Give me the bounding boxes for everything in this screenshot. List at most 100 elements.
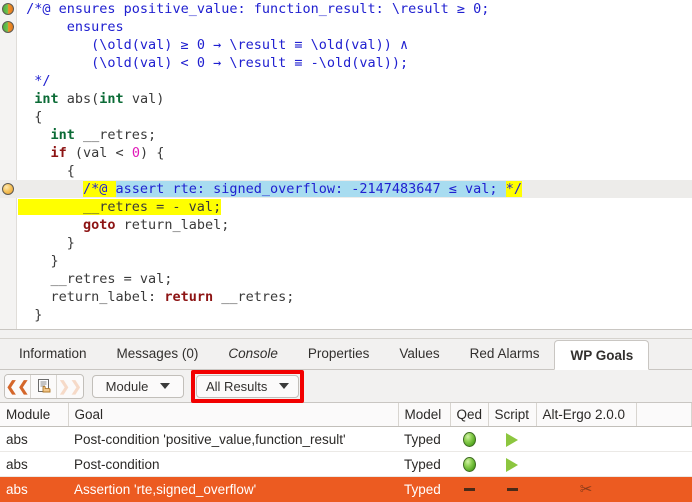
column-header[interactable]: Alt-Ergo 2.0.0	[536, 403, 637, 427]
code-token: int	[50, 127, 75, 143]
cell-model: Typed	[398, 476, 450, 502]
tab-console[interactable]: Console	[213, 339, 293, 369]
code-token: {	[18, 163, 75, 179]
code-token: /*@ ensures positive_value: function_res…	[26, 1, 490, 17]
code-line[interactable]: {	[0, 162, 692, 180]
code-line[interactable]: (\old(val) < 0 → \result ≡ -\old(val));	[0, 54, 692, 72]
code-line[interactable]: }	[0, 252, 692, 270]
table-row[interactable]: abs Post-condition 'positive_value,functi…	[0, 426, 692, 452]
code-token: {	[18, 109, 43, 125]
goto-source-button[interactable]	[31, 374, 57, 398]
cell-altergo[interactable]	[536, 451, 636, 477]
code-line[interactable]: ensures	[0, 18, 692, 36]
code-token: */	[505, 181, 522, 197]
code-token: return	[164, 289, 214, 305]
cell-altergo[interactable]: ✂	[536, 476, 636, 502]
cell-spacer	[636, 426, 692, 452]
code-line[interactable]: __retres = val;	[0, 270, 692, 288]
chevron-down-icon	[279, 383, 290, 389]
tab-label: Console	[228, 346, 278, 361]
table-row[interactable]: abs Assertion 'rte,signed_overflow' Typed ✂	[0, 476, 692, 502]
cell-script[interactable]	[488, 476, 536, 502]
code-line[interactable]: if (val < 0) {	[0, 144, 692, 162]
code-token: ) {	[139, 145, 165, 161]
code-token: }	[18, 307, 43, 323]
column-header[interactable]: Script	[488, 403, 537, 427]
scope-dropdown[interactable]: Module	[92, 374, 184, 398]
previous-goal-button[interactable]: ❮❮	[5, 374, 31, 398]
frama-c-window: /*@ ensures positive_value: function_res…	[0, 0, 692, 502]
source-code-text[interactable]: /*@ ensures positive_value: function_res…	[0, 0, 692, 329]
column-header[interactable]: Module	[0, 403, 69, 427]
tab-information[interactable]: Information	[4, 339, 102, 369]
source-code-panel[interactable]: /*@ ensures positive_value: function_res…	[0, 0, 692, 330]
dock-tabbar[interactable]: Information Messages (0) Console Properties…	[0, 339, 692, 370]
table-body[interactable]: abs Post-condition 'positive_value,functi…	[0, 426, 692, 502]
cell-qed[interactable]	[450, 426, 488, 452]
column-header[interactable]: Model	[398, 403, 451, 427]
code-line[interactable]: goto return_label;	[0, 216, 692, 234]
code-token: }	[18, 235, 75, 251]
code-line[interactable]: return_label: return __retres;	[0, 288, 692, 306]
code-token: (val <	[66, 145, 132, 161]
next-goal-button[interactable]: ❯❯	[57, 374, 83, 398]
cell-altergo[interactable]	[536, 426, 636, 452]
cell-module: abs	[0, 476, 68, 502]
code-token: }	[18, 253, 59, 269]
tab-label: Values	[399, 346, 440, 361]
panel-splitter[interactable]	[0, 330, 692, 338]
code-token: (\old(val) < 0 → \result ≡ -\old(val));	[91, 55, 409, 71]
code-line[interactable]: /*@ assert rte: signed_overflow: -214748…	[0, 180, 692, 198]
tab-messages-0[interactable]: Messages (0)	[101, 339, 214, 369]
code-line[interactable]: int __retres;	[0, 126, 692, 144]
column-header[interactable]: Qed	[450, 403, 489, 427]
tab-properties[interactable]: Properties	[292, 339, 385, 369]
chevron-down-icon	[160, 383, 171, 389]
gutter-status-valid-icon[interactable]	[2, 21, 14, 33]
code-line[interactable]: (\old(val) ≥ 0 → \result ≡ \old(val)) ∧	[0, 36, 692, 54]
code-token: val)	[123, 91, 165, 107]
column-header[interactable]: Goal	[68, 403, 399, 427]
green-orb-icon[interactable]	[462, 431, 476, 447]
document-hand-icon	[37, 379, 50, 393]
gutter-status-valid-icon[interactable]	[2, 3, 14, 15]
code-line[interactable]: */	[0, 72, 692, 90]
gutter-status-orange-icon[interactable]	[2, 183, 14, 195]
cell-script[interactable]	[488, 426, 536, 452]
table-row[interactable]: abs Post-condition Typed	[0, 451, 692, 477]
results-filter-dropdown[interactable]: All Results	[196, 374, 300, 398]
column-header[interactable]	[636, 403, 692, 427]
cell-qed[interactable]	[450, 451, 488, 477]
tab-values[interactable]: Values	[384, 339, 455, 369]
code-token: ensures	[66, 19, 124, 35]
cell-qed[interactable]	[450, 476, 488, 502]
code-line[interactable]: }	[0, 306, 692, 324]
code-line[interactable]: __retres = - val;	[0, 198, 692, 216]
tab-label: Red Alarms	[469, 346, 540, 361]
code-token: __retres = - val;	[18, 199, 222, 215]
code-token: (\old(val) ≥ 0 → \result ≡ \old(val)) ∧	[91, 37, 409, 53]
tab-red-alarms[interactable]: Red Alarms	[454, 339, 555, 369]
green-play-icon[interactable]	[506, 457, 518, 472]
code-line[interactable]: {	[0, 108, 692, 126]
scissors-icon[interactable]: ✂	[580, 482, 593, 497]
code-line[interactable]: int abs(int val)	[0, 90, 692, 108]
green-play-icon[interactable]	[506, 432, 518, 447]
tab-wp-goals[interactable]: WP Goals	[554, 340, 650, 370]
cell-script[interactable]	[488, 451, 536, 477]
tab-label: Properties	[307, 346, 370, 361]
code-token: __retres = val;	[18, 271, 173, 287]
wp-goals-table-container[interactable]: Module Goal Model Qed Script Alt-Ergo 2.0.0 a…	[0, 402, 692, 502]
code-line[interactable]: }	[0, 234, 692, 252]
code-token: __retres;	[213, 289, 295, 305]
green-orb-icon[interactable]	[462, 456, 476, 472]
code-line[interactable]: /*@ ensures positive_value: function_res…	[0, 0, 692, 18]
